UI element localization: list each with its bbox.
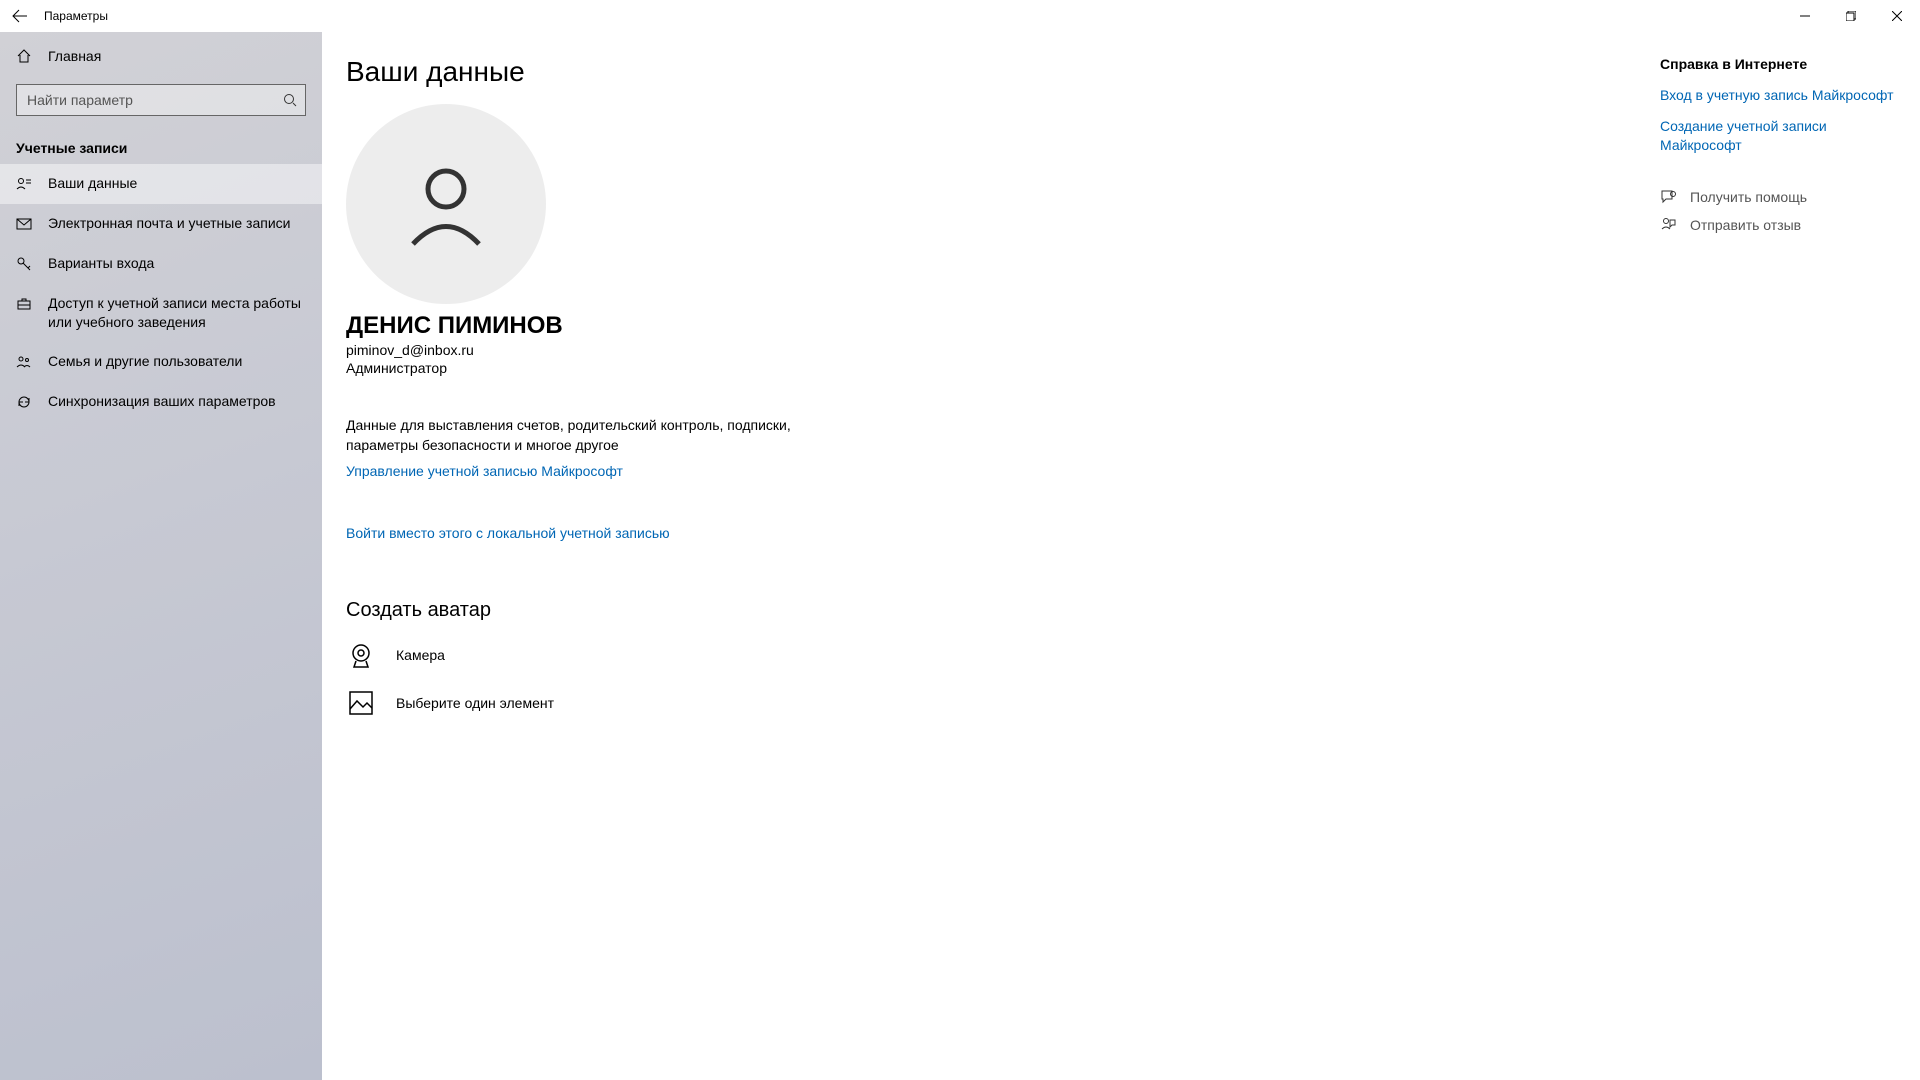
person-icon (401, 159, 491, 249)
minimize-button[interactable] (1782, 0, 1828, 32)
search-box[interactable] (16, 84, 306, 116)
key-icon (16, 256, 32, 272)
titlebar: Параметры (0, 0, 1920, 32)
sidebar-item-your-info[interactable]: Ваши данные (0, 164, 322, 204)
sync-icon (16, 394, 32, 410)
help-icon (1660, 189, 1676, 205)
search-input[interactable] (17, 85, 305, 115)
avatar (346, 104, 546, 304)
maximize-button[interactable] (1828, 0, 1874, 32)
page-title: Ваши данные (346, 56, 1660, 88)
close-icon (1892, 11, 1902, 21)
sidebar-item-sync[interactable]: Синхронизация ваших параметров (0, 382, 322, 422)
feedback-label: Отправить отзыв (1690, 217, 1801, 233)
image-icon (346, 688, 376, 718)
sidebar-item-label: Электронная почта и учетные записи (48, 214, 290, 233)
sidebar-item-label: Варианты входа (48, 254, 154, 273)
user-role: Администратор (346, 360, 1660, 376)
camera-icon (346, 640, 376, 670)
help-panel: Справка в Интернете Вход в учетную запис… (1660, 32, 1920, 1080)
window-title: Параметры (44, 9, 108, 23)
sidebar-item-label: Семья и другие пользователи (48, 352, 242, 371)
avatar-camera-label: Камера (396, 647, 445, 663)
home-icon (16, 48, 32, 64)
help-link-signin[interactable]: Вход в учетную запись Майкрософт (1660, 86, 1896, 105)
help-title: Справка в Интернете (1660, 56, 1896, 72)
sidebar-home[interactable]: Главная (0, 36, 322, 76)
get-help-label: Получить помощь (1690, 189, 1807, 205)
sidebar-item-label: Ваши данные (48, 174, 137, 193)
help-link-create-account[interactable]: Создание учетной записи Майкрософт (1660, 117, 1896, 155)
feedback-icon (1660, 217, 1676, 233)
avatar-camera-option[interactable]: Камера (346, 640, 1660, 670)
content: Ваши данные ДЕНИС ПИМИНОВ piminov_d@inbo… (322, 32, 1920, 1080)
people-icon (16, 354, 32, 370)
local-account-link[interactable]: Войти вместо этого с локальной учетной з… (346, 525, 670, 541)
minimize-icon (1800, 11, 1810, 21)
sidebar: Главная Учетные записи Ваши данные Элект… (0, 32, 322, 1080)
user-email: piminov_d@inbox.ru (346, 342, 1660, 358)
user-detail-icon (16, 176, 32, 192)
sidebar-section-header: Учетные записи (0, 124, 322, 164)
get-help-row[interactable]: Получить помощь (1660, 189, 1896, 205)
search-icon (283, 93, 297, 112)
sidebar-item-signin-options[interactable]: Варианты входа (0, 244, 322, 284)
sidebar-item-email-accounts[interactable]: Электронная почта и учетные записи (0, 204, 322, 244)
avatar-browse-option[interactable]: Выберите один элемент (346, 688, 1660, 718)
window-controls (1782, 0, 1920, 32)
main-panel: Ваши данные ДЕНИС ПИМИНОВ piminov_d@inbo… (322, 32, 1660, 1080)
sidebar-item-label: Доступ к учетной записи места работы или… (48, 294, 306, 332)
sidebar-item-work-school[interactable]: Доступ к учетной записи места работы или… (0, 284, 322, 342)
briefcase-icon (16, 296, 32, 312)
sidebar-home-label: Главная (48, 48, 101, 64)
sidebar-item-family[interactable]: Семья и другие пользователи (0, 342, 322, 382)
billing-description: Данные для выставления счетов, родительс… (346, 416, 816, 455)
sidebar-item-label: Синхронизация ваших параметров (48, 392, 276, 411)
close-button[interactable] (1874, 0, 1920, 32)
arrow-left-icon (12, 8, 28, 24)
back-button[interactable] (8, 4, 32, 28)
avatar-browse-label: Выберите один элемент (396, 695, 554, 711)
create-avatar-heading: Создать аватар (346, 599, 1660, 622)
maximize-icon (1846, 11, 1856, 21)
feedback-row[interactable]: Отправить отзыв (1660, 217, 1896, 233)
manage-account-link[interactable]: Управление учетной записью Майкрософт (346, 463, 623, 479)
user-name: ДЕНИС ПИМИНОВ (346, 312, 1660, 340)
mail-icon (16, 216, 32, 232)
